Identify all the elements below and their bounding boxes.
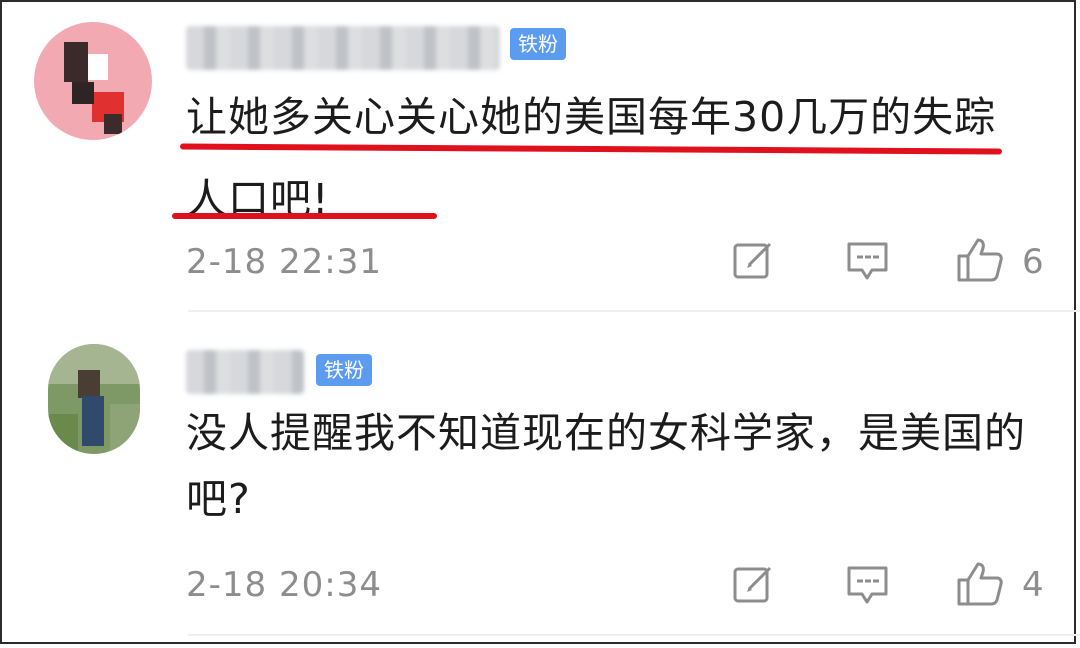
- like-count: 6: [1022, 242, 1044, 282]
- username-blurred[interactable]: [186, 26, 500, 70]
- comment-icon[interactable]: [846, 240, 890, 284]
- avatar[interactable]: [48, 344, 140, 454]
- like-count: 4: [1022, 565, 1044, 605]
- thumbs-up-icon[interactable]: [956, 236, 1004, 284]
- edit-icon[interactable]: [732, 562, 776, 606]
- underline-annotation: [172, 213, 437, 219]
- comment-item: 铁粉 没人提醒我不知道现在的女科学家，是美国的吧? 2-18 20:34 4: [0, 312, 1080, 642]
- comment-item: 铁粉 让她多关心关心她的美国每年30几万的失踪人口吧! 2-18 22:31 6: [0, 0, 1080, 310]
- edit-icon[interactable]: [732, 238, 776, 282]
- avatar[interactable]: [34, 22, 152, 140]
- comment-timestamp: 2-18 22:31: [186, 242, 382, 282]
- username-blurred[interactable]: [186, 350, 304, 394]
- comment-divider: [188, 634, 1080, 636]
- thumbs-up-icon[interactable]: [956, 560, 1004, 608]
- fan-badge: 铁粉: [510, 28, 566, 60]
- comment-icon[interactable]: [846, 564, 890, 608]
- comment-timestamp: 2-18 20:34: [186, 565, 382, 605]
- fan-badge: 铁粉: [316, 354, 372, 386]
- comment-text: 没人提醒我不知道现在的女科学家，是美国的吧?: [186, 409, 1026, 523]
